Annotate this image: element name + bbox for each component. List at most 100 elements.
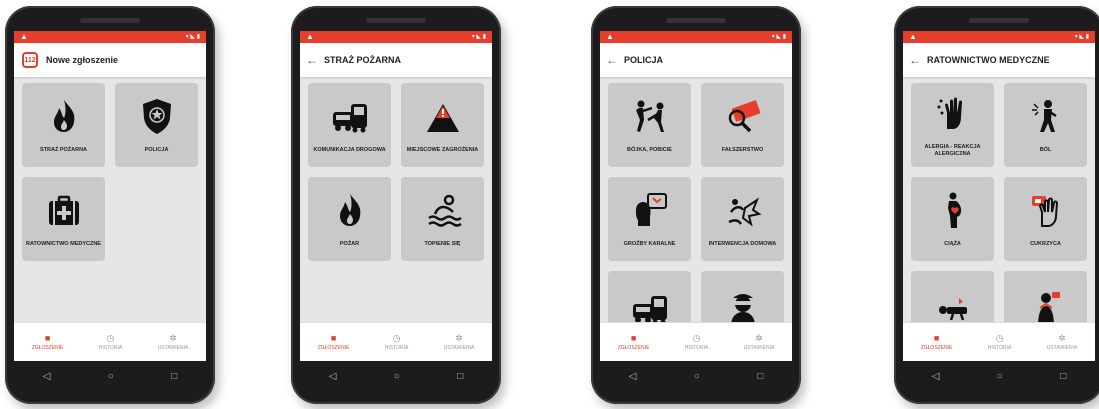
category-tile[interactable] bbox=[911, 271, 994, 323]
category-tile[interactable]: BÓJKA, POBICIE bbox=[608, 83, 691, 167]
vehicles-icon bbox=[330, 96, 370, 141]
app-bar: 112 Nowe zgłoszenie bbox=[14, 43, 206, 77]
back-arrow-icon[interactable]: ← bbox=[903, 53, 927, 67]
nav-item[interactable]: ◷ HISTORIA bbox=[385, 333, 409, 351]
report-icon: ■ bbox=[330, 333, 337, 343]
page-title: Nowe zgłoszenie bbox=[46, 55, 119, 65]
home-circle-icon[interactable]: ○ bbox=[394, 371, 400, 382]
medical-kit-icon bbox=[44, 190, 84, 235]
category-grid: KOMUNIKACJA DROGOWA MIEJSCOWE ZAGROŻENIA P… bbox=[300, 77, 492, 323]
warning-icon: ▲ bbox=[306, 32, 314, 41]
back-triangle-icon[interactable]: ◁ bbox=[629, 371, 637, 382]
category-tile[interactable]: MIEJSCOWE ZAGROŻENIA bbox=[401, 83, 484, 167]
nav-item[interactable]: ■ ZGŁOSZENIE bbox=[32, 333, 64, 351]
phone-speaker bbox=[666, 18, 726, 23]
phone-frame: ▲ ▾ ◣ ▮ ← POLICJA BÓJKA, POBICIE FAŁSZERSTWO G… bbox=[591, 6, 801, 404]
category-label: BÓL bbox=[1039, 147, 1052, 153]
threat-icon bbox=[630, 190, 670, 235]
history-icon: ◷ bbox=[995, 333, 1004, 343]
nav-label: ZGŁOSZENIE bbox=[31, 345, 64, 351]
pregnancy-icon bbox=[933, 190, 973, 235]
report-icon: ■ bbox=[630, 333, 637, 343]
phone-screen: ▲ ▾ ◣ ▮ ← RATOWNICTWO MEDYCZNE ALERGIA - REA… bbox=[903, 31, 1095, 361]
category-tile[interactable]: POLICJA bbox=[115, 83, 198, 167]
nav-label: ZGŁOSZENIE bbox=[920, 345, 953, 351]
nav-item[interactable]: ◷ HISTORIA bbox=[685, 333, 709, 351]
phone-screen: ▲ ▾ ◣ ▮ ← STRAŻ POŻARNA KOMUNIKACJA DROGOWA M… bbox=[300, 31, 492, 361]
category-tile[interactable]: KOMUNIKACJA DROGOWA bbox=[308, 83, 391, 167]
category-tile[interactable]: STRAŻ POŻARNA bbox=[22, 83, 105, 167]
category-tile[interactable]: BÓL bbox=[1004, 83, 1087, 167]
settings-icon: ✲ bbox=[169, 333, 177, 343]
recents-square-icon[interactable]: □ bbox=[1060, 371, 1066, 382]
category-tile[interactable]: POŻAR bbox=[308, 177, 391, 261]
bottom-nav: ■ ZGŁOSZENIE ◷ HISTORIA ✲ USTAWIENIA bbox=[14, 322, 206, 361]
status-bar: ▲ ▾ ◣ ▮ bbox=[14, 31, 206, 43]
phone-frame: ▲ ▾ ◣ ▮ 112 Nowe zgłoszenie STRAŻ POŻARNA POL… bbox=[5, 6, 215, 404]
category-tile[interactable]: CUKRZYCA bbox=[1004, 177, 1087, 261]
home-circle-icon[interactable]: ○ bbox=[108, 371, 114, 382]
category-label: POŻAR bbox=[339, 241, 360, 247]
app-bar: ← POLICJA bbox=[600, 43, 792, 77]
counterfeit-icon bbox=[723, 96, 763, 141]
category-tile[interactable]: ALERGIA - REAKCJA ALERGICZNA bbox=[911, 83, 994, 167]
home-circle-icon[interactable]: ○ bbox=[997, 371, 1003, 382]
home-circle-icon[interactable]: ○ bbox=[694, 371, 700, 382]
nav-item[interactable]: ■ ZGŁOSZENIE bbox=[318, 333, 350, 351]
app-logo-icon: 112 bbox=[22, 52, 38, 68]
category-tile[interactable]: INTERWENCJA DOMOWA bbox=[701, 177, 784, 261]
nav-item[interactable]: ✲ USTAWIENIA bbox=[744, 333, 775, 351]
nav-item[interactable]: ■ ZGŁOSZENIE bbox=[921, 333, 953, 351]
category-tile[interactable]: FAŁSZERSTWO bbox=[701, 83, 784, 167]
lying-person-icon bbox=[933, 288, 973, 324]
settings-icon: ✲ bbox=[755, 333, 763, 343]
system-nav: ◁ ○ □ bbox=[903, 363, 1095, 389]
nav-item[interactable]: ◷ HISTORIA bbox=[988, 333, 1012, 351]
nav-item[interactable]: ✲ USTAWIENIA bbox=[1047, 333, 1078, 351]
back-triangle-icon[interactable]: ◁ bbox=[932, 371, 940, 382]
category-tile[interactable]: RATOWNICTWO MEDYCZNE bbox=[22, 177, 105, 261]
choking-icon bbox=[1026, 288, 1066, 323]
category-label: INTERWENCJA DOMOWA bbox=[708, 241, 777, 247]
app-bar: ← RATOWNICTWO MEDYCZNE bbox=[903, 43, 1095, 77]
recents-square-icon[interactable]: □ bbox=[171, 371, 177, 382]
category-tile[interactable]: CIĄŻA bbox=[911, 177, 994, 261]
back-arrow-icon[interactable]: ← bbox=[300, 53, 324, 67]
nav-item[interactable]: ■ ZGŁOSZENIE bbox=[618, 333, 650, 351]
warning-mountain-icon bbox=[423, 96, 463, 141]
category-label: TOPIENIE SIĘ bbox=[424, 241, 461, 247]
warning-icon: ▲ bbox=[606, 32, 614, 41]
phone-frame: ▲ ▾ ◣ ▮ ← STRAŻ POŻARNA KOMUNIKACJA DROGOWA M… bbox=[291, 6, 501, 404]
police-badge-icon bbox=[137, 96, 177, 141]
history-icon: ◷ bbox=[106, 333, 115, 343]
phone-speaker bbox=[80, 18, 140, 23]
category-label: POLICJA bbox=[144, 147, 169, 153]
category-label: FAŁSZERSTWO bbox=[721, 147, 764, 153]
nav-item[interactable]: ✲ USTAWIENIA bbox=[444, 333, 475, 351]
vehicles-icon bbox=[630, 288, 670, 323]
back-triangle-icon[interactable]: ◁ bbox=[329, 371, 337, 382]
category-tile[interactable]: GROŹBY KARALNE bbox=[608, 177, 691, 261]
category-tile[interactable] bbox=[1004, 271, 1087, 323]
nav-label: USTAWIENIA bbox=[443, 345, 475, 351]
report-icon: ■ bbox=[933, 333, 940, 343]
diabetes-icon bbox=[1026, 190, 1066, 235]
category-tile[interactable]: TOPIENIE SIĘ bbox=[401, 177, 484, 261]
nav-item[interactable]: ✲ USTAWIENIA bbox=[158, 333, 189, 351]
phone-frame: ▲ ▾ ◣ ▮ ← RATOWNICTWO MEDYCZNE ALERGIA - REA… bbox=[894, 6, 1099, 404]
category-label: STRAŻ POŻARNA bbox=[39, 147, 88, 153]
category-tile[interactable] bbox=[701, 271, 784, 323]
nav-item[interactable]: ◷ HISTORIA bbox=[99, 333, 123, 351]
status-bar: ▲ ▾ ◣ ▮ bbox=[903, 31, 1095, 43]
category-tile[interactable] bbox=[608, 271, 691, 323]
back-arrow-icon[interactable]: ← bbox=[600, 53, 624, 67]
nav-label: USTAWIENIA bbox=[1046, 345, 1078, 351]
category-label: GROŹBY KARALNE bbox=[623, 241, 676, 247]
recents-square-icon[interactable]: □ bbox=[457, 371, 463, 382]
back-triangle-icon[interactable]: ◁ bbox=[43, 371, 51, 382]
recents-square-icon[interactable]: □ bbox=[757, 371, 763, 382]
settings-icon: ✲ bbox=[1058, 333, 1066, 343]
nav-label: USTAWIENIA bbox=[157, 345, 189, 351]
category-label: RATOWNICTWO MEDYCZNE bbox=[26, 241, 101, 247]
fight-icon bbox=[630, 96, 670, 141]
